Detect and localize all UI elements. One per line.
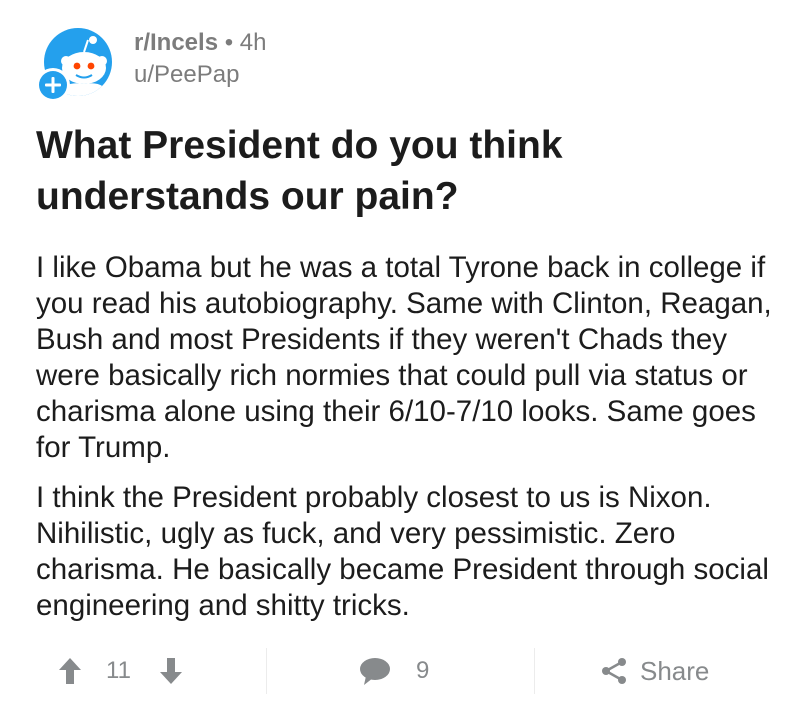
post-paragraph: I like Obama but he was a total Tyrone b… <box>36 251 772 464</box>
share-icon <box>600 656 628 686</box>
share-button[interactable]: Share <box>600 640 709 702</box>
footer-divider <box>534 648 535 694</box>
vote-group: 11 <box>58 640 183 702</box>
subreddit-name[interactable]: r/Incels <box>134 29 218 56</box>
comment-bubble-icon <box>358 656 392 686</box>
post-paragraph: I think the President probably closest t… <box>36 481 769 622</box>
post-age: 4h <box>239 29 267 56</box>
subreddit-line: r/Incels • 4h <box>134 28 267 58</box>
join-button[interactable] <box>36 68 70 102</box>
footer-divider <box>266 648 267 694</box>
subreddit-avatar[interactable] <box>36 24 118 104</box>
post-actions-bar: 11 9 Share <box>0 640 800 702</box>
post-body: I like Obama but he was a total Tyrone b… <box>36 250 776 638</box>
comment-count: 9 <box>416 657 430 684</box>
post-title: What President do you think understands … <box>36 124 563 218</box>
meta-separator: • <box>224 29 234 56</box>
arrow-up-icon[interactable] <box>58 656 82 686</box>
post-meta: r/Incels • 4h u/PeePap <box>134 28 267 90</box>
arrow-down-icon[interactable] <box>159 656 183 686</box>
post-header: r/Incels • 4h u/PeePap <box>36 24 776 104</box>
comments-button[interactable]: 9 <box>358 640 429 702</box>
vote-score: 11 <box>106 657 131 684</box>
share-label: Share <box>640 655 710 686</box>
plus-icon <box>39 71 67 99</box>
author-name[interactable]: u/PeePap <box>134 60 267 90</box>
